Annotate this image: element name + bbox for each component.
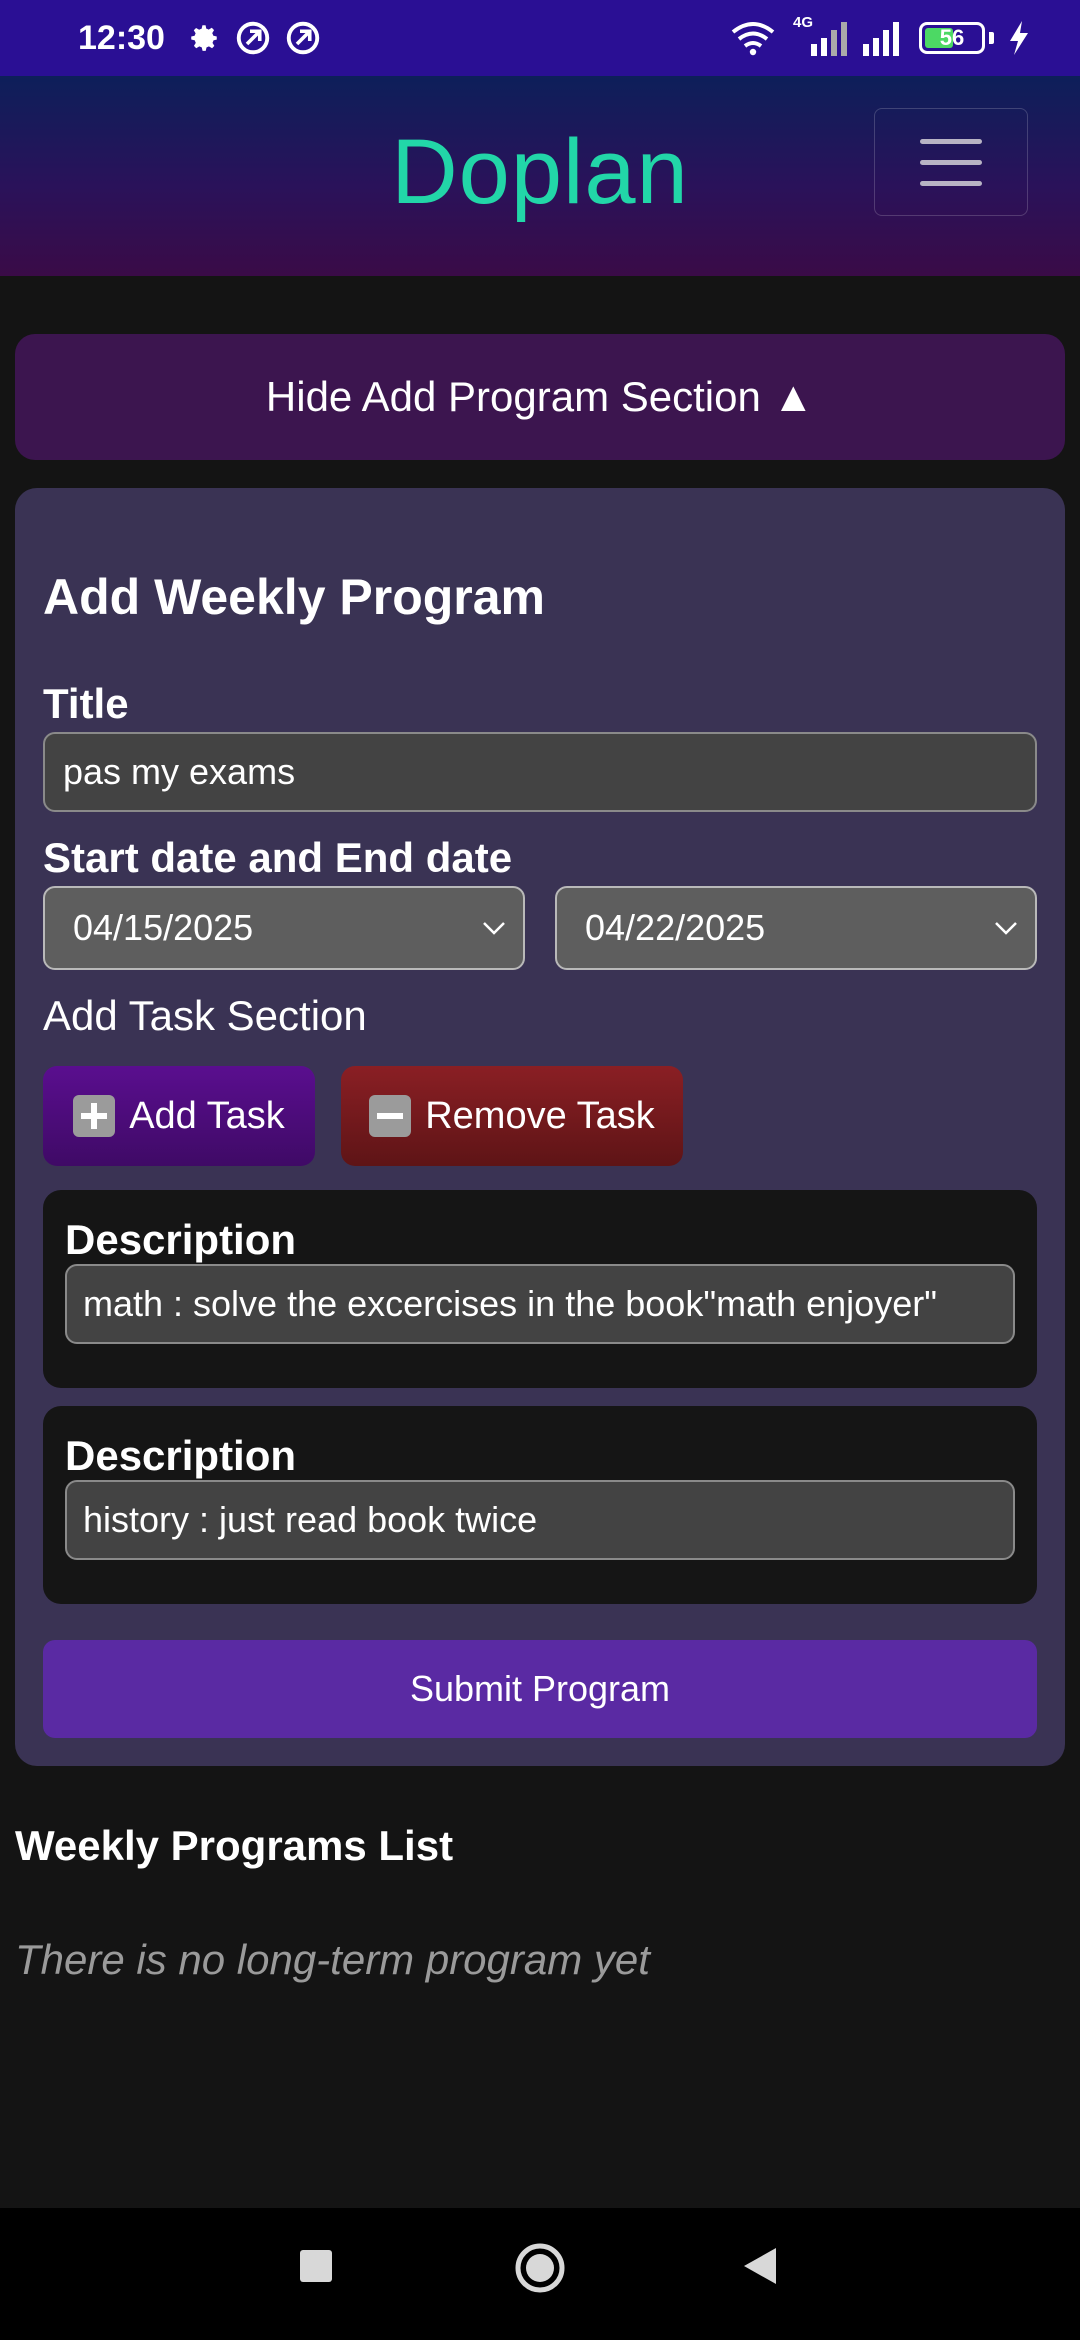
app-notification-icon <box>236 21 270 55</box>
hide-add-program-button[interactable]: Hide Add Program Section ▲ <box>15 334 1065 460</box>
status-right: 4G 56 <box>729 14 1030 58</box>
add-program-card: Add Weekly Program Title pas my exams St… <box>15 488 1065 1766</box>
battery-level: 56 <box>939 25 965 50</box>
recents-button[interactable] <box>296 2246 336 2286</box>
status-bar: 12:30 4G 56 <box>0 0 1080 76</box>
triangle-back-icon <box>744 2248 776 2284</box>
system-nav-bar <box>0 2208 1080 2340</box>
title-label: Title <box>43 680 129 727</box>
square-recents-icon <box>300 2250 332 2282</box>
battery-icon: 56 <box>919 22 985 54</box>
task-description-input[interactable]: math : solve the excercises in the book"… <box>65 1264 1015 1344</box>
back-button[interactable] <box>740 2246 780 2286</box>
task-description-label: Description <box>65 1216 297 1263</box>
home-button[interactable] <box>514 2242 566 2294</box>
hamburger-menu-button[interactable] <box>874 108 1028 216</box>
plus-icon <box>73 1095 116 1137</box>
add-task-label: Add Task <box>129 1094 285 1137</box>
task-section-label: Add Task Section <box>43 992 367 1039</box>
chevron-down-icon <box>483 922 505 935</box>
circle-home-icon <box>515 2243 565 2293</box>
app-notification-icon <box>286 21 320 55</box>
remove-task-button[interactable]: Remove Task <box>341 1066 683 1166</box>
dates-label: Start date and End date <box>43 834 513 881</box>
remove-task-label: Remove Task <box>425 1094 655 1137</box>
task-item: Description math : solve the excercises … <box>43 1190 1037 1388</box>
app-header: Doplan <box>0 76 1080 276</box>
empty-list-message: There is no long-term program yet <box>15 1936 650 1983</box>
task-description-input[interactable]: history : just read book twice <box>65 1480 1015 1560</box>
hamburger-menu-icon <box>920 159 982 165</box>
signal-icon: 4G <box>791 14 847 58</box>
task-item: Description history : just read book twi… <box>43 1406 1037 1604</box>
battery-nub <box>989 32 994 44</box>
end-date-select[interactable]: 04/22/2025 <box>555 886 1037 970</box>
hamburger-menu-icon <box>920 138 982 144</box>
status-time: 12:30 <box>78 18 165 57</box>
start-date-value: 04/15/2025 <box>73 907 254 948</box>
minus-icon <box>369 1095 412 1137</box>
chevron-down-icon <box>995 922 1017 935</box>
wifi-icon <box>731 22 775 56</box>
hamburger-menu-icon <box>920 180 982 186</box>
add-task-button[interactable]: Add Task <box>43 1066 315 1166</box>
form-heading: Add Weekly Program <box>43 569 546 625</box>
weekly-programs-heading: Weekly Programs List <box>15 1822 454 1869</box>
task-description-label: Description <box>65 1432 297 1479</box>
title-input[interactable]: pas my exams <box>43 732 1037 812</box>
start-date-select[interactable]: 04/15/2025 <box>43 886 525 970</box>
charging-icon <box>1010 21 1028 55</box>
settings-gear-icon <box>191 25 218 51</box>
submit-program-button[interactable]: Submit Program <box>43 1640 1037 1738</box>
signal-icon <box>863 22 899 56</box>
end-date-value: 04/22/2025 <box>585 907 766 948</box>
status-left: 12:30 <box>78 19 321 58</box>
